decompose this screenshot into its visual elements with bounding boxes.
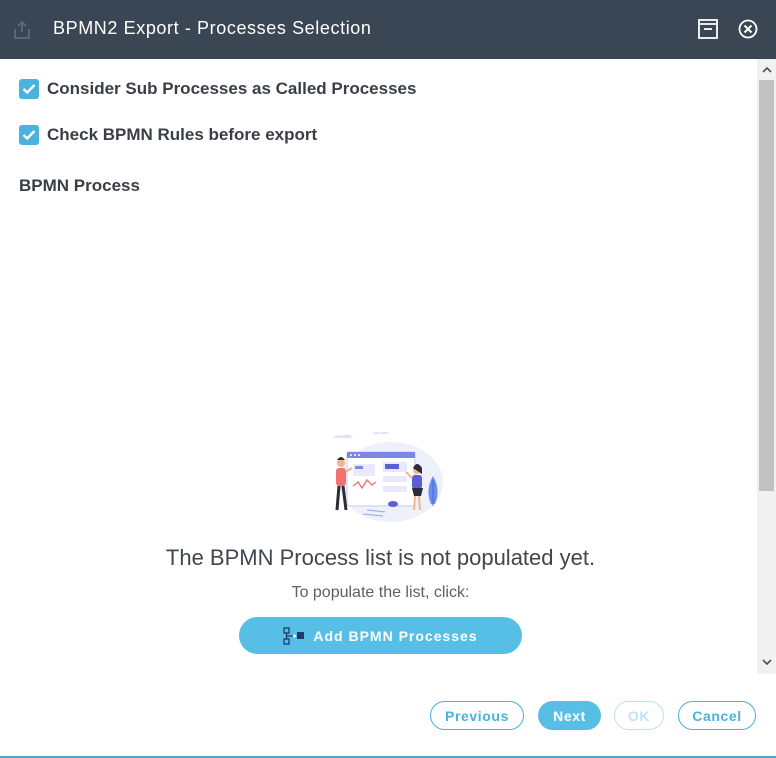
scroll-down-icon[interactable] [757, 652, 776, 672]
checkmark-icon [22, 130, 36, 141]
ok-button[interactable]: OK [614, 701, 664, 730]
dialog-content: Consider Sub Processes as Called Process… [0, 59, 757, 674]
window-title: BPMN2 Export - Processes Selection [53, 18, 372, 38]
title-bar: BPMN2 Export - Processes Selection [0, 0, 776, 59]
sub-processes-option[interactable]: Consider Sub Processes as Called Process… [19, 78, 416, 100]
empty-list-illustration [313, 430, 447, 526]
scrollbar-thumb[interactable] [759, 80, 774, 491]
empty-state-title: The BPMN Process list is not populated y… [165, 545, 596, 570]
empty-state-subtitle: To populate the list, click: [291, 584, 470, 601]
close-icon[interactable] [737, 18, 759, 40]
check-rules-option[interactable]: Check BPMN Rules before export [19, 124, 317, 146]
next-button[interactable]: Next [538, 701, 601, 730]
export-dialog: BPMN2 Export - Processes Selection Consi… [0, 0, 776, 758]
scroll-up-icon[interactable] [757, 59, 776, 79]
previous-button[interactable]: Previous [430, 701, 524, 730]
check-rules-label: Check BPMN Rules before export [47, 125, 318, 144]
add-processes-icon [283, 626, 305, 645]
minimize-icon[interactable] [697, 18, 719, 40]
cancel-button[interactable]: Cancel [678, 701, 756, 730]
check-rules-checkbox[interactable] [19, 125, 39, 145]
add-bpmn-processes-label: Add BPMN Processes [313, 627, 478, 644]
sub-processes-label: Consider Sub Processes as Called Process… [47, 79, 417, 98]
checkmark-icon [22, 84, 36, 95]
sub-processes-checkbox[interactable] [19, 79, 39, 99]
vertical-scrollbar[interactable] [757, 59, 776, 674]
export-icon [13, 20, 31, 40]
bpmn-process-section-label: BPMN Process [19, 176, 140, 195]
add-bpmn-processes-button[interactable]: Add BPMN Processes [239, 617, 522, 654]
